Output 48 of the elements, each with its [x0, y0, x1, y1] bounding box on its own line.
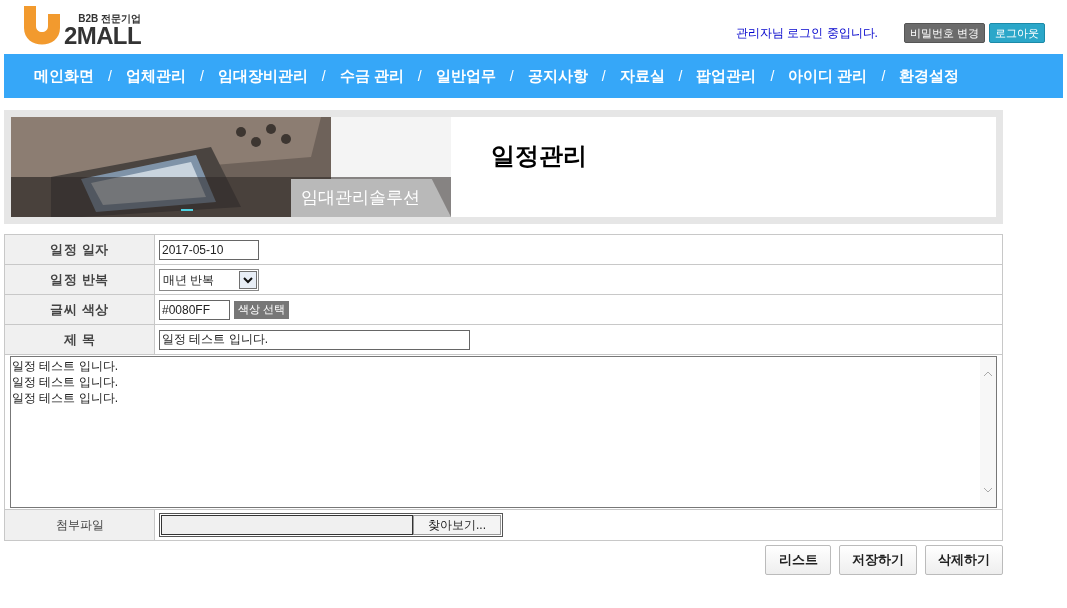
text-field[interactable]: 일정 테스트 입니다. [159, 329, 470, 350]
field-label: 글씨 색상 [5, 295, 155, 324]
nav-separator: / [881, 66, 886, 86]
nav-link[interactable]: 일반업무 [435, 64, 496, 88]
logo-tagline: B2B 전문기업 [78, 14, 141, 24]
nav-separator: / [601, 66, 606, 86]
nav-link[interactable]: 환경설정 [899, 64, 960, 88]
content-textarea[interactable]: 일정 테스트 입니다. 일정 테스트 입니다. 일정 테스트 입니다. [10, 356, 997, 508]
nav-link[interactable]: 공지사항 [527, 64, 588, 88]
chevron-icon [239, 270, 257, 289]
nav-link[interactable]: 팝업관리 [696, 64, 757, 88]
field-label: 첨부파일 [5, 510, 155, 540]
nav-separator: / [417, 66, 422, 86]
content-line: 일정 테스트 입니다. [12, 374, 119, 390]
field-label: 일정 반복 [5, 265, 155, 294]
content-line: 일정 테스트 입니다. [12, 390, 119, 406]
nav-separator: / [770, 66, 775, 86]
nav-link[interactable]: 아이디 관리 [788, 64, 868, 88]
scroll-down-icon [983, 487, 993, 493]
nav-link[interactable]: 메인화면 [34, 64, 94, 88]
field-label: 제 목 [5, 325, 155, 354]
login-status: 관리자님 로그인 중입니다. [735, 24, 878, 42]
header-button[interactable]: 비밀번호 변경 [903, 22, 985, 43]
header-button[interactable]: 로그아웃 [989, 22, 1045, 43]
color-picker-button[interactable]: 색상 선택 [234, 300, 290, 319]
logo-wordmark: 2MALL [64, 24, 141, 48]
text-field[interactable]: 2017-05-10 [159, 239, 259, 260]
browse-button[interactable]: 찾아보기... [413, 515, 501, 535]
page-title: 일정관리 [491, 141, 587, 171]
action-button[interactable]: 리스트 [765, 545, 831, 575]
nav-separator: / [678, 66, 683, 86]
nav-link[interactable]: 임대장비관리 [217, 64, 308, 88]
field-label: 일정 일자 [5, 235, 155, 264]
action-button[interactable]: 삭제하기 [925, 545, 1003, 575]
repeat-select[interactable]: 매년 반복 [159, 268, 259, 291]
banner-tab-label: 임대관리솔루션 [301, 187, 420, 210]
content-line: 일정 테스트 입니다. [12, 358, 119, 374]
text-field[interactable]: #0080FF [159, 299, 230, 320]
nav-link[interactable]: 업체관리 [125, 64, 186, 88]
nav-separator: / [509, 66, 514, 86]
scroll-up-icon [983, 371, 993, 377]
nav-link[interactable]: 자료실 [619, 64, 665, 88]
nav-separator: / [108, 66, 112, 86]
action-button[interactable]: 저장하기 [839, 545, 917, 575]
nav-separator: / [199, 66, 204, 86]
file-field[interactable]: 찾아보기... [159, 513, 503, 537]
nav-link[interactable]: 수금 관리 [339, 64, 404, 88]
nav-separator: / [321, 66, 326, 86]
